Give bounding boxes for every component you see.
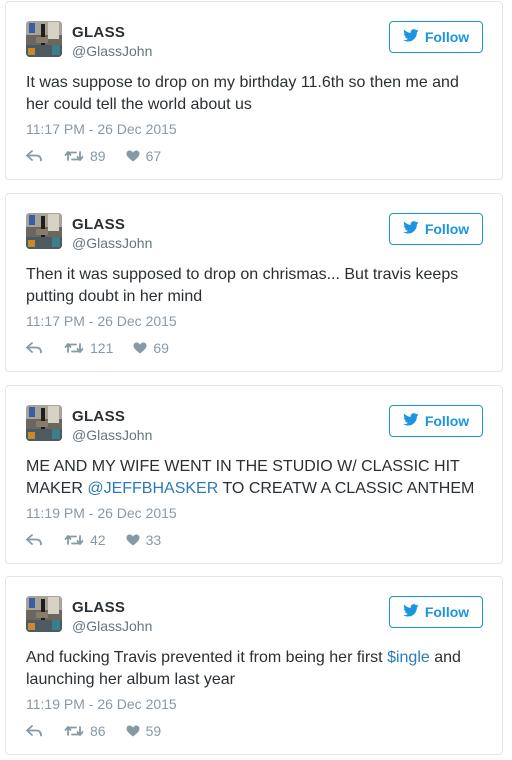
username-handle[interactable]: @GlassJohn <box>72 427 152 443</box>
retweet-icon <box>64 725 84 737</box>
display-name[interactable]: GLASS <box>72 24 125 41</box>
retweet-count: 42 <box>90 532 106 548</box>
retweet-button[interactable]: 86 <box>64 723 106 739</box>
retweet-icon <box>64 150 84 162</box>
reply-icon <box>26 342 42 354</box>
display-name[interactable]: GLASS <box>72 408 125 425</box>
tweet-actions: 86 59 <box>26 723 161 739</box>
avatar[interactable] <box>26 405 62 441</box>
twitter-bird-icon <box>403 221 419 237</box>
tweet-card: GLASS @GlassJohn Follow It was suppose t… <box>5 1 503 180</box>
tweet-timestamp[interactable]: 11:17 PM - 26 Dec 2015 <box>26 121 177 137</box>
reply-icon <box>26 534 42 546</box>
follow-button[interactable]: Follow <box>389 596 483 628</box>
reply-icon <box>26 150 42 162</box>
tweet-card: GLASS @GlassJohn Follow And fucking Trav… <box>5 576 503 755</box>
tweet-text: It was suppose to drop on my birthday 11… <box>26 72 482 116</box>
tweet-actions: 89 67 <box>26 148 161 164</box>
tweet-text-before: Then it was supposed to drop on chrismas… <box>26 266 459 305</box>
display-name[interactable]: GLASS <box>72 216 125 233</box>
follow-label: Follow <box>424 29 470 45</box>
like-button[interactable]: 33 <box>126 532 162 548</box>
username-handle[interactable]: @GlassJohn <box>72 618 152 634</box>
like-count: 33 <box>145 532 162 548</box>
reply-button[interactable] <box>26 725 42 737</box>
tweet-text-before: It was suppose to drop on my birthday 11… <box>26 74 459 113</box>
avatar[interactable] <box>26 596 62 632</box>
reply-button[interactable] <box>26 342 42 354</box>
like-button[interactable]: 59 <box>126 723 162 739</box>
heart-icon <box>126 150 140 162</box>
tweet-actions: 42 33 <box>26 532 161 548</box>
tweet-timestamp[interactable]: 11:17 PM - 26 Dec 2015 <box>26 313 177 329</box>
username-handle[interactable]: @GlassJohn <box>72 235 152 251</box>
follow-button[interactable]: Follow <box>389 405 483 437</box>
twitter-bird-icon <box>403 604 419 620</box>
heart-icon <box>126 534 140 546</box>
follow-label: Follow <box>424 604 470 620</box>
tweet-actions: 121 69 <box>26 340 169 356</box>
display-name[interactable]: GLASS <box>72 599 125 616</box>
follow-button[interactable]: Follow <box>389 213 483 245</box>
twitter-bird-icon <box>403 29 419 45</box>
twitter-bird-icon <box>403 413 419 429</box>
retweet-button[interactable]: 121 <box>64 340 113 356</box>
tweet-timestamp[interactable]: 11:19 PM - 26 Dec 2015 <box>26 505 177 521</box>
retweet-icon <box>64 534 84 546</box>
like-button[interactable]: 67 <box>126 148 162 164</box>
tweet-link[interactable]: $ingle <box>387 649 430 666</box>
like-button[interactable]: 69 <box>133 340 169 356</box>
username-handle[interactable]: @GlassJohn <box>72 43 152 59</box>
heart-icon <box>133 342 147 354</box>
tweet-text: Then it was supposed to drop on chrismas… <box>26 264 482 308</box>
follow-button[interactable]: Follow <box>389 21 483 53</box>
tweet-text-after: TO CREATW A CLASSIC ANTHEM <box>218 480 475 497</box>
reply-icon <box>26 725 42 737</box>
follow-label: Follow <box>424 221 470 237</box>
retweet-count: 89 <box>90 148 106 164</box>
tweet-card: GLASS @GlassJohn Follow ME AND MY WIFE W… <box>5 385 503 564</box>
like-count: 67 <box>145 148 162 164</box>
tweet-timestamp[interactable]: 11:19 PM - 26 Dec 2015 <box>26 696 177 712</box>
retweet-icon <box>64 342 84 354</box>
retweet-count: 86 <box>90 723 106 739</box>
tweet-text-before: And fucking Travis prevented it from bei… <box>26 649 388 666</box>
follow-label: Follow <box>424 413 470 429</box>
tweet-text: ME AND MY WIFE WENT IN THE STUDIO W/ CLA… <box>26 456 482 500</box>
heart-icon <box>126 725 140 737</box>
like-count: 69 <box>153 340 169 356</box>
retweet-button[interactable]: 42 <box>64 532 106 548</box>
avatar[interactable] <box>26 21 62 57</box>
tweet-card: GLASS @GlassJohn Follow Then it was supp… <box>5 193 503 372</box>
reply-button[interactable] <box>26 150 42 162</box>
retweet-count: 121 <box>90 340 114 356</box>
reply-button[interactable] <box>26 534 42 546</box>
avatar[interactable] <box>26 213 62 249</box>
tweet-text: And fucking Travis prevented it from bei… <box>26 647 482 691</box>
tweet-link[interactable]: @JEFFBHASKER <box>87 480 218 497</box>
retweet-button[interactable]: 89 <box>64 148 106 164</box>
like-count: 59 <box>145 723 162 739</box>
